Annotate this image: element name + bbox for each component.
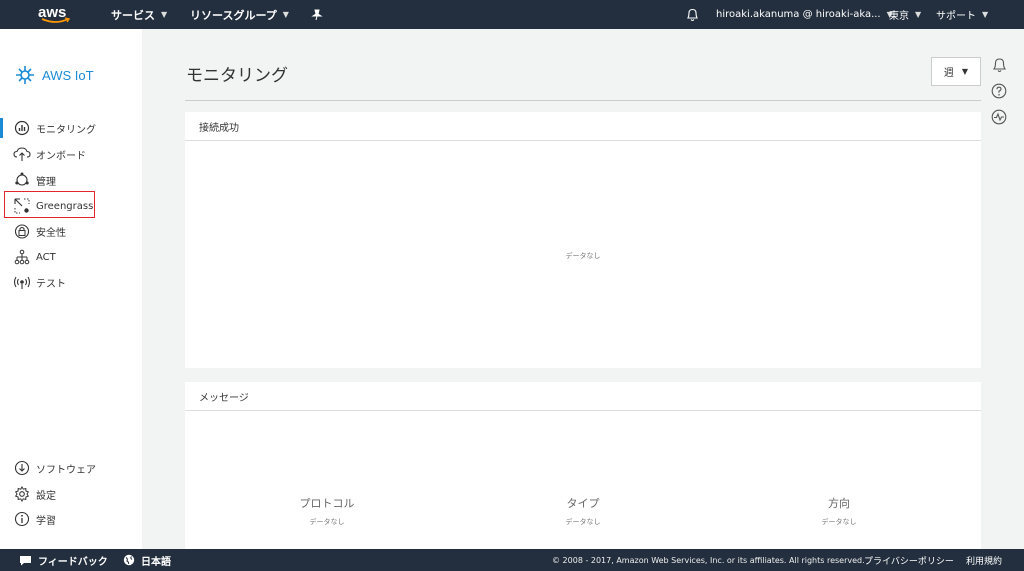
- sidebar-item-security[interactable]: 安全性: [0, 219, 142, 243]
- feedback-link[interactable]: フィードバック: [19, 549, 108, 571]
- aws-iot-logo-icon: [16, 66, 34, 84]
- manage-icon: [13, 171, 31, 189]
- sidebar-item-label: 安全性: [36, 227, 66, 239]
- language-label: 日本語: [141, 556, 171, 568]
- aws-smile-icon: [41, 17, 71, 23]
- no-data-label: データなし: [821, 518, 857, 526]
- terms-link[interactable]: 利用規約: [966, 549, 1002, 571]
- resource-groups-menu[interactable]: リソースグループ ▼: [190, 0, 289, 29]
- account-menu[interactable]: hiroaki.akanuma @ hiroaki-aka... ▼: [716, 0, 893, 29]
- column-header: プロトコル: [299, 497, 355, 510]
- chevron-down-icon: ▼: [961, 67, 969, 76]
- speech-bubble-icon: [20, 555, 31, 565]
- direction-column: 方向 データなし: [759, 495, 919, 527]
- globe-icon: [123, 554, 135, 566]
- sidebar-item-label: 管理: [36, 176, 56, 188]
- sidebar-item-label: モニタリング: [36, 124, 96, 136]
- services-menu[interactable]: サービス ▼: [111, 0, 167, 29]
- greengrass-highlight-box: [4, 191, 95, 218]
- sidebar: AWS IoT モニタリング オンボード 管理 Greengrass 安全性 A…: [0, 29, 142, 549]
- protocol-column: プロトコル データなし: [247, 495, 407, 527]
- activity-icon[interactable]: [990, 108, 1008, 126]
- sidebar-item-software[interactable]: ソフトウェア: [0, 456, 142, 480]
- copyright-text: © 2008 - 2017, Amazon Web Services, Inc.…: [552, 555, 865, 565]
- sidebar-item-label: 設定: [36, 490, 56, 502]
- privacy-policy-link[interactable]: プライバシーポリシー: [864, 549, 954, 571]
- help-icon[interactable]: [990, 82, 1008, 100]
- panel-title: 接続成功: [185, 112, 981, 141]
- sidebar-item-label: オンボード: [36, 150, 86, 162]
- lock-icon: [13, 222, 31, 240]
- test-icon: [13, 273, 31, 291]
- page-title: モニタリング: [186, 66, 288, 86]
- footer-bar: フィードバック 日本語 © 2008 - 2017, Amazon Web Se…: [0, 549, 1024, 571]
- sidebar-item-monitoring[interactable]: モニタリング: [0, 116, 142, 140]
- sidebar-item-manage[interactable]: 管理: [0, 168, 142, 192]
- resource-groups-label: リソースグループ: [190, 8, 277, 22]
- bell-icon[interactable]: [990, 56, 1008, 74]
- no-data-label: データなし: [565, 252, 601, 260]
- sidebar-item-test[interactable]: テスト: [0, 270, 142, 294]
- support-label: サポート: [936, 11, 976, 22]
- services-label: サービス: [111, 8, 155, 22]
- sidebar-item-learn[interactable]: 学習: [0, 507, 142, 531]
- sidebar-item-onboard[interactable]: オンボード: [0, 142, 142, 166]
- chevron-down-icon: ▼: [161, 10, 168, 19]
- messages-panel: メッセージ プロトコル データなし タイプ データなし 方向 データなし: [185, 382, 981, 549]
- chevron-down-icon: ▼: [282, 10, 289, 19]
- chevron-down-icon: ▼: [982, 10, 989, 19]
- feedback-label: フィードバック: [38, 556, 108, 568]
- act-icon: [13, 248, 31, 266]
- type-column: タイプ データなし: [503, 495, 663, 527]
- column-header: 方向: [828, 497, 850, 510]
- sidebar-item-label: テスト: [36, 278, 66, 290]
- monitoring-icon: [13, 119, 31, 137]
- title-divider: [185, 100, 981, 101]
- sidebar-item-label: 学習: [36, 515, 56, 527]
- sidebar-item-label: ACT: [36, 251, 56, 263]
- top-nav-bar: aws サービス ▼ リソースグループ ▼ hiroaki.akanuma @ …: [0, 0, 1024, 29]
- no-data-label: データなし: [309, 518, 345, 526]
- language-selector[interactable]: 日本語: [123, 549, 171, 571]
- no-data-label: データなし: [565, 518, 601, 526]
- aws-iot-brand[interactable]: AWS IoT: [14, 64, 94, 86]
- column-header: タイプ: [566, 497, 600, 510]
- info-icon: [13, 510, 31, 528]
- sidebar-item-act[interactable]: ACT: [0, 245, 142, 269]
- region-menu[interactable]: 東京 ▼: [889, 0, 921, 29]
- notifications-bell-icon[interactable]: [686, 0, 699, 29]
- period-select-value: 週: [943, 68, 954, 79]
- panel-title: メッセージ: [185, 382, 981, 411]
- cloud-upload-icon: [13, 145, 31, 163]
- region-label: 東京: [889, 11, 909, 22]
- brand-name: AWS IoT: [42, 67, 94, 83]
- download-icon: [13, 459, 31, 477]
- period-select[interactable]: 週 ▼: [931, 57, 981, 86]
- sidebar-item-label: ソフトウェア: [36, 464, 96, 476]
- chevron-down-icon: ▼: [915, 10, 922, 19]
- account-label: hiroaki.akanuma @ hiroaki-aka...: [716, 9, 881, 20]
- connection-success-panel: 接続成功 データなし: [185, 112, 981, 368]
- aws-logo[interactable]: aws: [38, 0, 71, 29]
- gear-icon: [13, 485, 31, 503]
- support-menu[interactable]: サポート ▼: [936, 0, 988, 29]
- sidebar-item-settings[interactable]: 設定: [0, 482, 142, 506]
- pin-icon[interactable]: [311, 0, 323, 29]
